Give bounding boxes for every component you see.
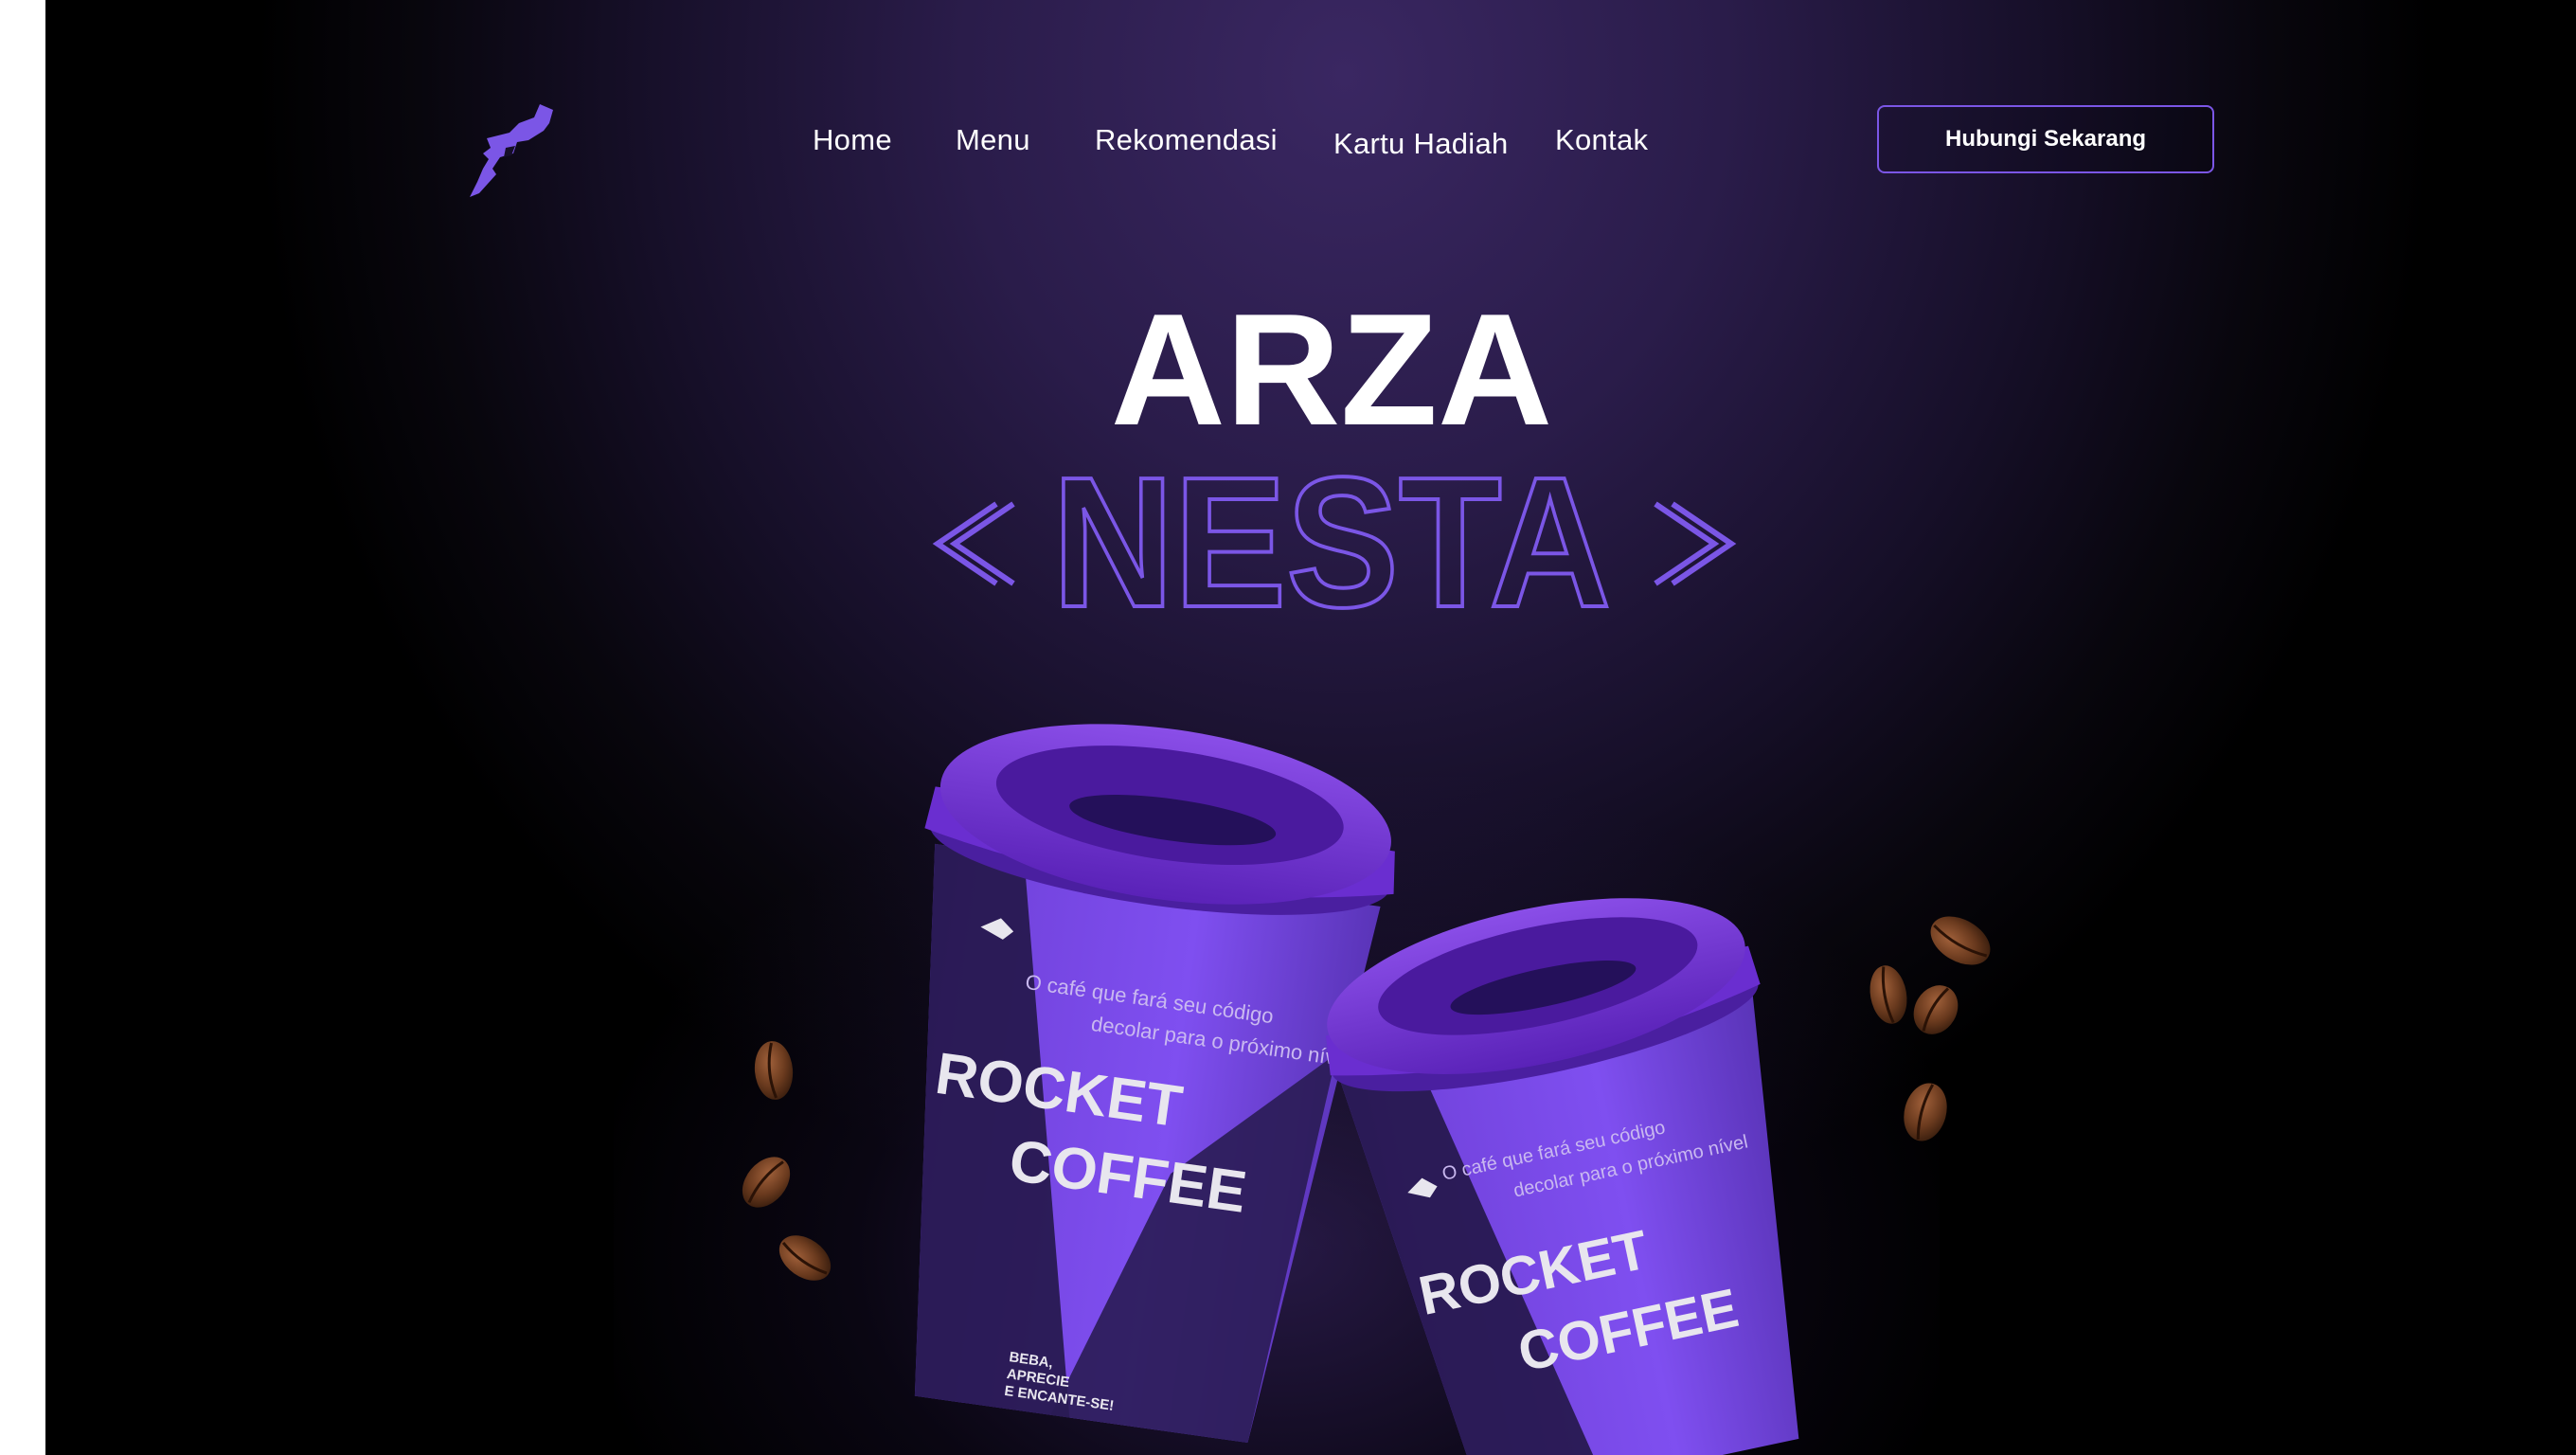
coffee-bean-icon: [742, 1157, 791, 1208]
coffee-bean-icon: [1930, 916, 1991, 965]
coffee-bean-icon: [1869, 965, 1907, 1024]
coffee-bean-icon: [1913, 985, 1959, 1034]
coffee-bean-icon: [778, 1235, 832, 1281]
coffee-cup-right: O café que fará seu código decolar para …: [1325, 898, 1799, 1455]
coffee-beans-left: [742, 1041, 832, 1281]
coffee-beans-right: [1869, 916, 1991, 1141]
coffee-bean-icon: [754, 1041, 794, 1100]
product-illustration: O café que fará seu código decolar para …: [742, 724, 1991, 1455]
coffee-cup-left: O café que fará seu código decolar para …: [914, 724, 1395, 1444]
coffee-bean-icon: [1904, 1083, 1947, 1141]
landing-page: Home Menu Rekomendasi Kartu Hadiah Konta…: [45, 0, 2576, 1455]
